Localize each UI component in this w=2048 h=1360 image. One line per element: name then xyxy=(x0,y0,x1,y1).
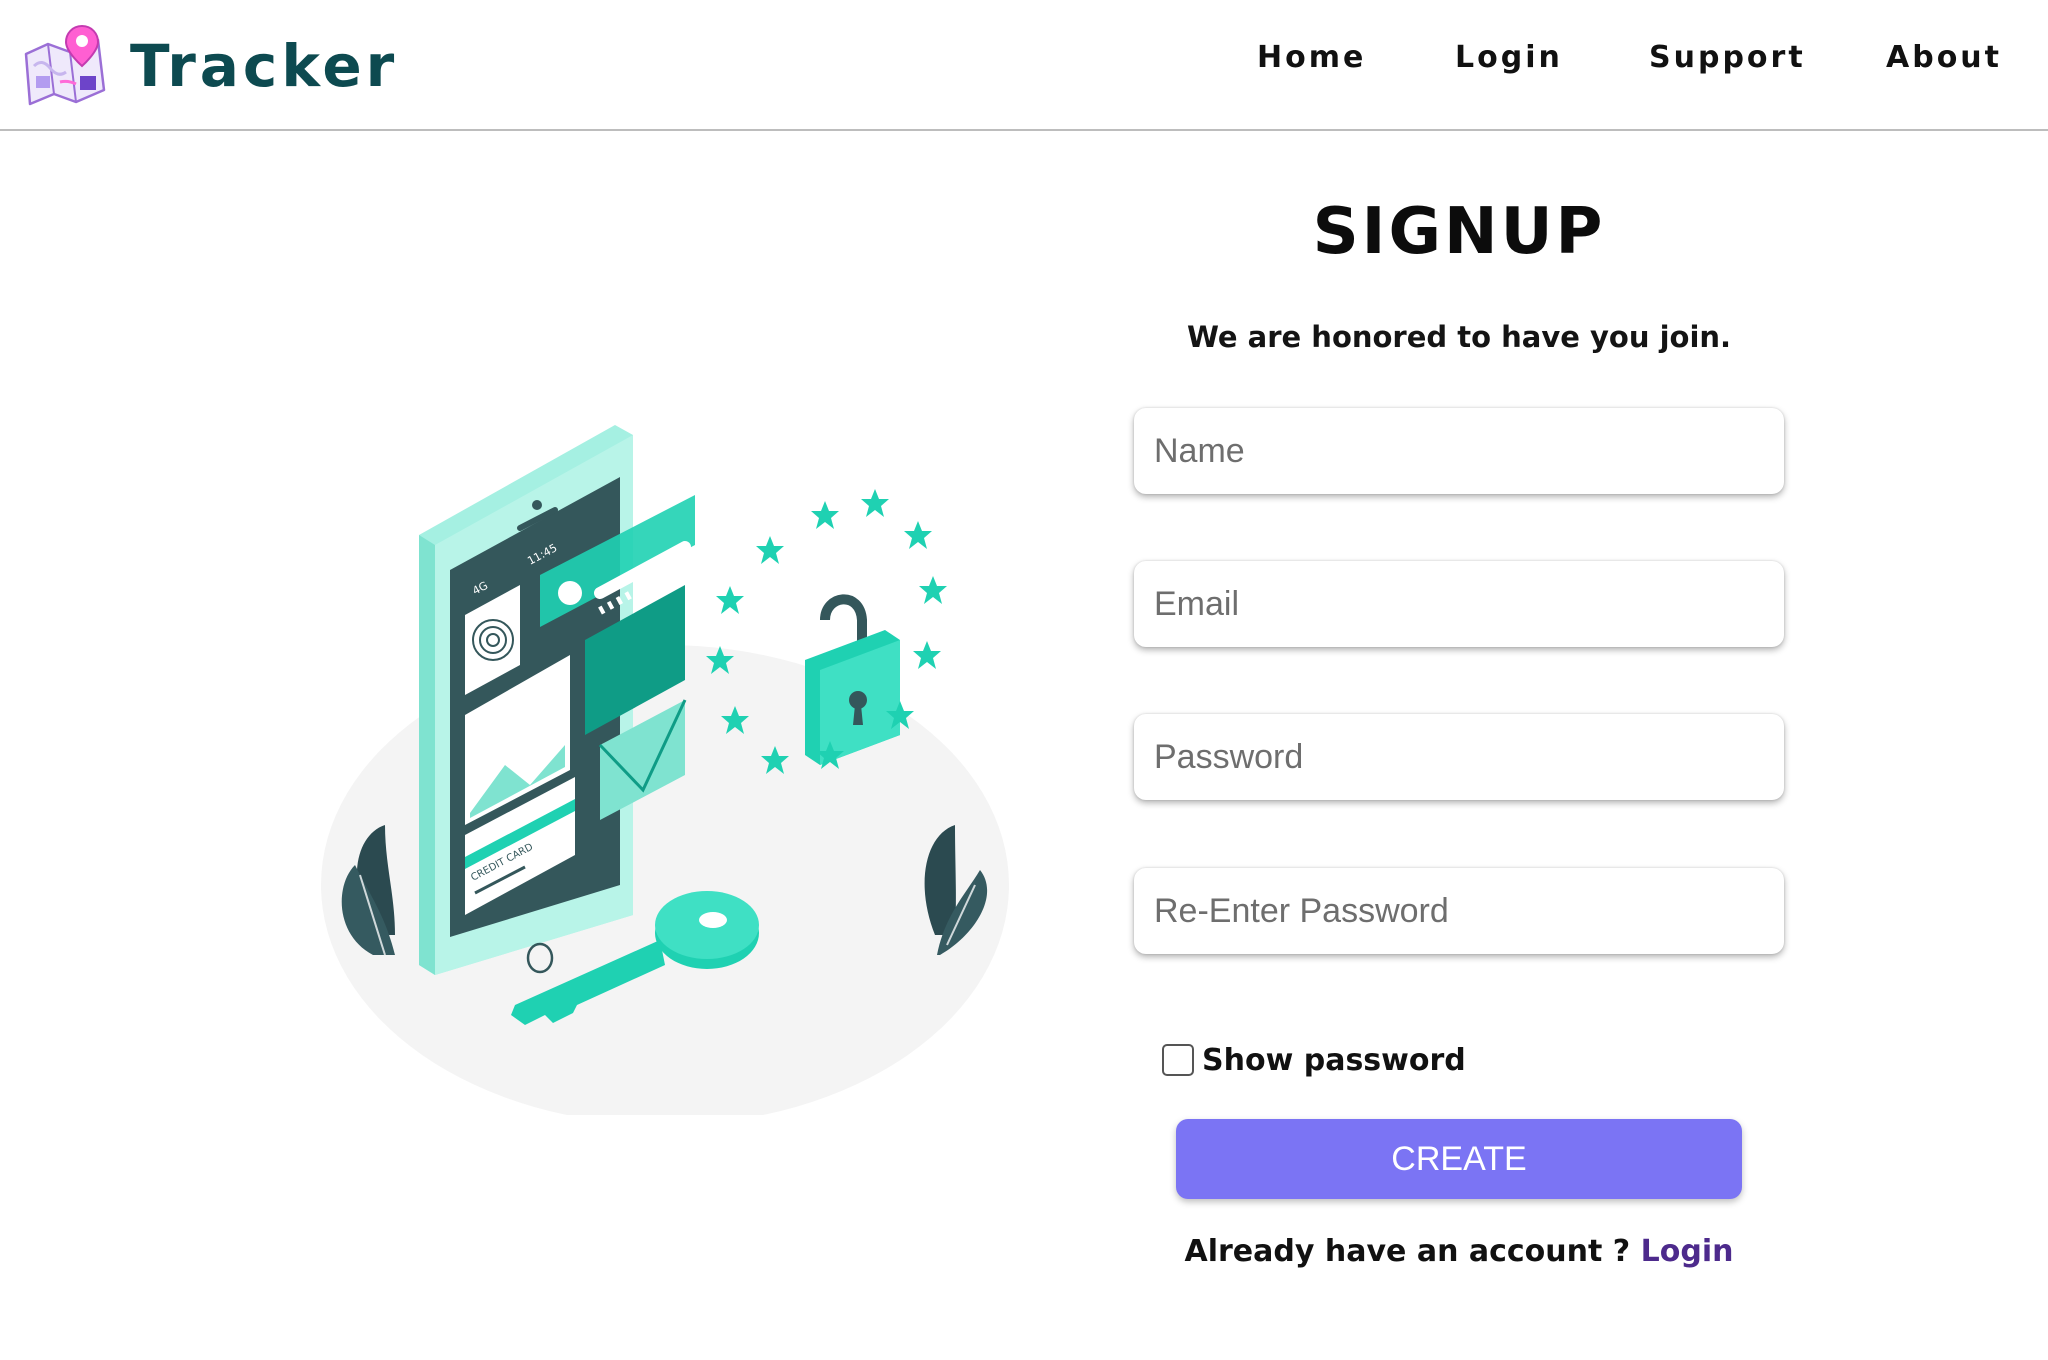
nav-support-link[interactable]: Support xyxy=(1649,40,1806,75)
lock-icon xyxy=(805,594,900,765)
nav-about-link[interactable]: About xyxy=(1886,40,2002,75)
login-prompt-text: Already have an account ? xyxy=(1184,1234,1641,1269)
page-subtitle: We are honored to have you join. xyxy=(1186,320,1732,354)
top-navbar: Tracker Home Login Support About xyxy=(0,0,2048,131)
phone-security-illustration: 4G 11:45 CREDIT CARD xyxy=(321,425,1009,1115)
nav-login-link[interactable]: Login xyxy=(1455,40,1563,75)
reenter-password-field[interactable] xyxy=(1134,868,1784,954)
email-field[interactable] xyxy=(1134,561,1784,647)
show-password-checkbox[interactable] xyxy=(1162,1044,1194,1076)
name-field[interactable] xyxy=(1134,408,1784,494)
login-prompt: Already have an account ? Login xyxy=(1134,1234,1784,1269)
brand[interactable]: Tracker xyxy=(20,18,398,114)
map-pin-icon xyxy=(24,24,106,106)
nav-home-link[interactable]: Home xyxy=(1257,40,1366,75)
password-field[interactable] xyxy=(1134,714,1784,800)
show-password-label: Show password xyxy=(1202,1042,1466,1078)
create-button[interactable]: CREATE xyxy=(1176,1119,1742,1199)
login-link[interactable]: Login xyxy=(1641,1234,1734,1269)
brand-title: Tracker xyxy=(130,32,399,100)
show-password-row: Show password xyxy=(1162,1040,1466,1080)
page-title: SIGNUP xyxy=(1312,195,1606,269)
